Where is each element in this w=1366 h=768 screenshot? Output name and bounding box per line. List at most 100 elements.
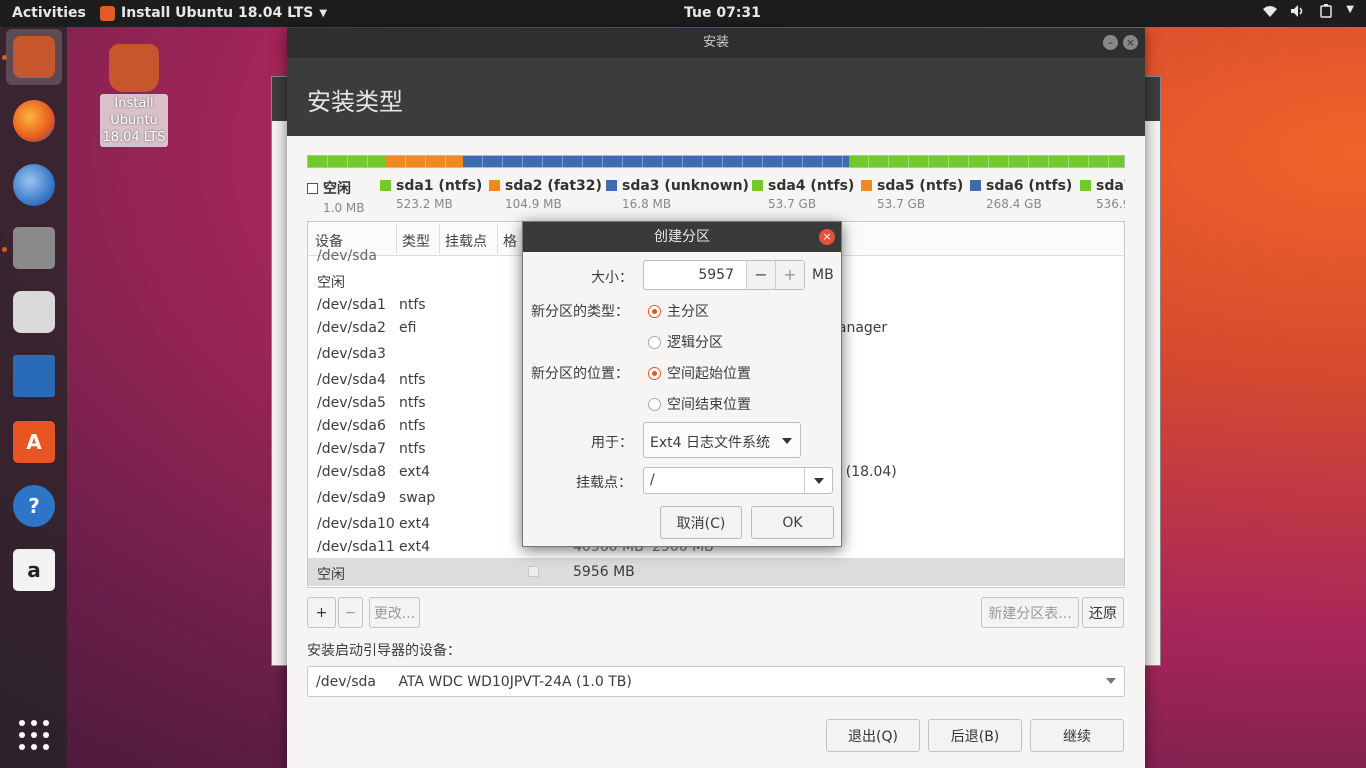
cancel-button[interactable]: 取消(C) (660, 506, 742, 539)
decrement-button[interactable]: − (746, 261, 775, 289)
legend-item: sda1 (ntfs) 523.2 MB (380, 178, 482, 211)
dock-writer[interactable] (6, 348, 62, 404)
software-center-icon: A (13, 421, 55, 463)
mount-point-dropdown-button[interactable] (804, 468, 832, 493)
dock-rhythmbox[interactable] (6, 284, 62, 340)
dialog-title: 创建分区 (654, 229, 710, 245)
desktop-install-ubuntu[interactable]: Install Ubuntu 18.04 LTS (100, 44, 168, 147)
mount-point-input[interactable]: / (650, 472, 655, 488)
table-row-selected[interactable]: 空闲 5956 MB (308, 558, 1124, 586)
legend-swatch (606, 180, 617, 191)
back-button[interactable]: 后退(B) (928, 719, 1022, 752)
minimize-button[interactable]: – (1103, 35, 1118, 50)
legend-item: sda4 (ntfs) 53.7 GB (752, 178, 854, 211)
legend-swatch (307, 183, 318, 194)
top-bar: Activities Install Ubuntu 18.04 LTS ▼ Tu… (0, 0, 1366, 27)
radio-location-begin[interactable]: 空间起始位置 (648, 363, 751, 383)
col-type[interactable]: 类型 (402, 231, 430, 251)
partition-bar-segment (462, 156, 849, 167)
location-label: 新分区的位置： (531, 366, 629, 382)
dialog-titlebar[interactable]: 创建分区 × (523, 222, 841, 252)
legend-swatch (380, 180, 391, 191)
increment-button[interactable]: + (775, 261, 804, 289)
system-menu-chevron-icon: ▼ (1346, 4, 1354, 15)
app-menu-label: Install Ubuntu 18.04 LTS (121, 5, 314, 21)
type-label: 新分区的类型： (531, 304, 629, 320)
bootloader-device-select[interactable]: /dev/sda ATA WDC WD10JPVT-24A (1.0 TB) (307, 666, 1125, 697)
dock-software[interactable]: A (6, 414, 62, 470)
partition-bar-segment (385, 156, 463, 167)
legend-swatch (489, 180, 500, 191)
dock-firefox[interactable] (6, 93, 62, 149)
legend-item: sda2 (fat32) 104.9 MB (489, 178, 602, 211)
radio-primary[interactable]: 主分区 (648, 301, 709, 321)
running-indicator (2, 247, 7, 252)
legend-swatch (1080, 180, 1091, 191)
dock-files[interactable] (6, 220, 62, 276)
chevron-down-icon (1106, 678, 1116, 684)
dock-installer[interactable] (6, 29, 62, 85)
use-as-label: 用于： (591, 435, 633, 451)
format-checkbox[interactable] (528, 566, 539, 577)
radio-logical[interactable]: 逻辑分区 (648, 332, 723, 352)
partition-bar-segment (848, 156, 1124, 167)
radio-selected-icon (648, 304, 661, 318)
size-input[interactable]: 5957 (644, 261, 746, 289)
system-tray[interactable]: ▼ (1262, 4, 1354, 22)
create-partition-dialog: 创建分区 × 大小： 5957 − + MB 新分区的类型： 主分区 逻辑分区 … (522, 221, 842, 547)
dock-thunderbird[interactable] (6, 157, 62, 213)
window-titlebar[interactable]: 安装 – × (287, 28, 1145, 58)
new-partition-table-button[interactable]: 新建分区表... (981, 597, 1079, 628)
thunderbird-icon (13, 164, 55, 206)
radio-unselected-icon (648, 397, 661, 411)
continue-button[interactable]: 继续 (1030, 719, 1124, 752)
amazon-icon: a (13, 549, 55, 591)
install-ubuntu-icon (109, 44, 159, 92)
chevron-down-icon: ▼ (319, 7, 328, 19)
legend-item: sda7 536.9 (1080, 178, 1125, 211)
size-unit: MB (812, 267, 834, 283)
size-spinner[interactable]: 5957 − + (643, 260, 805, 290)
partition-bar (307, 155, 1125, 168)
quit-button[interactable]: 退出(Q) (826, 719, 920, 752)
installer-icon (13, 36, 55, 78)
chevron-down-icon (814, 478, 824, 484)
desktop-icon-label: Install Ubuntu 18.04 LTS (100, 94, 168, 147)
libreoffice-writer-icon (13, 355, 55, 397)
firefox-icon (13, 100, 55, 142)
legend-swatch (752, 180, 763, 191)
bootloader-model: ATA WDC WD10JPVT-24A (1.0 TB) (398, 674, 632, 690)
radio-unselected-icon (648, 335, 661, 349)
change-partition-button[interactable]: 更改... (369, 597, 420, 628)
partition-bar-segment (308, 156, 386, 167)
dock: A ? a (0, 27, 67, 768)
use-as-dropdown[interactable]: Ext4 日志文件系统 (643, 422, 801, 458)
help-icon: ? (13, 485, 55, 527)
legend-swatch (861, 180, 872, 191)
mount-point-combo[interactable]: / (643, 467, 833, 494)
col-format[interactable]: 格 (503, 231, 517, 251)
activities-button[interactable]: Activities (12, 5, 86, 21)
col-mount[interactable]: 挂载点 (445, 231, 487, 251)
legend-item: sda6 (ntfs) 268.4 GB (970, 178, 1072, 211)
rhythmbox-icon (13, 291, 55, 333)
dock-amazon[interactable]: a (6, 542, 62, 598)
legend-item: sda5 (ntfs) 53.7 GB (861, 178, 963, 211)
revert-button[interactable]: 还原 (1082, 597, 1124, 628)
partition-legend: 空闲 1.0 MB sda1 (ntfs) 523.2 MB sda2 (fat… (307, 178, 1125, 218)
app-menu[interactable]: Install Ubuntu 18.04 LTS ▼ (100, 5, 327, 21)
bootloader-device: /dev/sda (316, 674, 376, 690)
add-partition-button[interactable]: + (307, 597, 336, 628)
show-applications-button[interactable] (6, 707, 62, 763)
page-title: 安装类型 (287, 58, 1145, 136)
close-button[interactable]: × (1123, 35, 1138, 50)
radio-selected-icon (648, 366, 661, 380)
ok-button[interactable]: OK (751, 506, 834, 539)
mount-point-label: 挂载点： (576, 475, 632, 491)
remove-partition-button[interactable]: − (338, 597, 363, 628)
dialog-close-button[interactable]: × (819, 229, 835, 245)
radio-location-end[interactable]: 空间结束位置 (648, 394, 751, 414)
clock[interactable]: Tue 07:31 (684, 5, 761, 21)
legend-item: 空闲 1.0 MB (307, 178, 364, 215)
dock-help[interactable]: ? (6, 478, 62, 534)
